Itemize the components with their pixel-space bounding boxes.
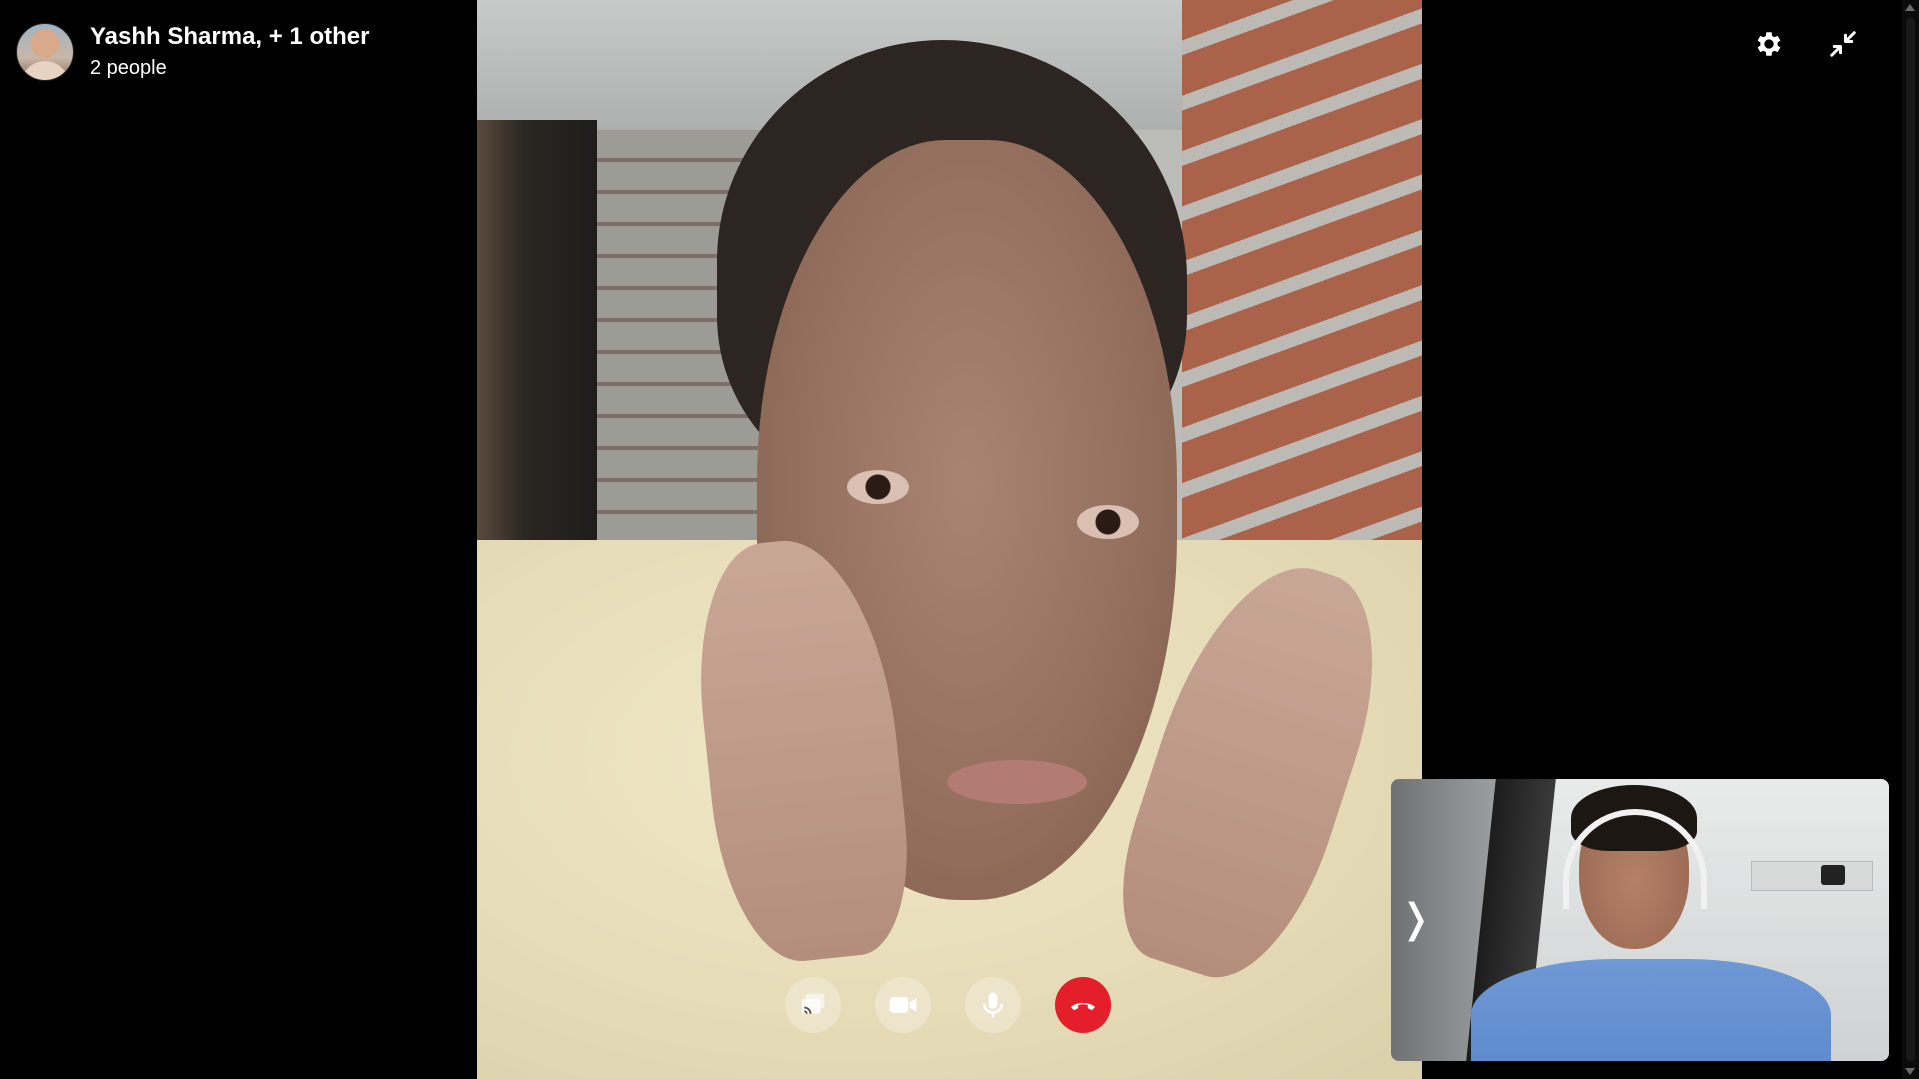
participant-count: 2 people bbox=[90, 57, 167, 79]
microphone-icon bbox=[983, 992, 1003, 1018]
video-call-window: Yashh Sharma, + 1 other 2 people ❭ bbox=[0, 0, 1919, 1079]
minimize-button[interactable] bbox=[1825, 26, 1861, 62]
settings-button[interactable] bbox=[1751, 26, 1787, 62]
collapse-self-view-chevron-icon[interactable]: ❭ bbox=[1399, 895, 1433, 943]
phone-hangup-icon bbox=[1071, 1003, 1095, 1011]
call-controls bbox=[785, 977, 1111, 1033]
call-header: Yashh Sharma, + 1 other 2 people bbox=[16, 22, 369, 81]
scroll-down-arrow-icon[interactable] bbox=[1905, 1068, 1915, 1075]
call-title: Yashh Sharma, + 1 other bbox=[90, 23, 370, 50]
minimize-arrows-icon bbox=[1830, 31, 1856, 57]
self-view-video[interactable]: ❭ bbox=[1391, 779, 1889, 1061]
remote-video-feed bbox=[477, 0, 1422, 1079]
screen-share-button[interactable] bbox=[785, 977, 841, 1033]
microphone-button[interactable] bbox=[965, 977, 1021, 1033]
camera-button[interactable] bbox=[875, 977, 931, 1033]
gear-icon bbox=[1757, 32, 1781, 56]
scrollbar[interactable] bbox=[1902, 0, 1919, 1079]
scrollbar-thumb[interactable] bbox=[1906, 18, 1915, 1061]
end-call-button[interactable] bbox=[1055, 977, 1111, 1033]
scroll-up-arrow-icon[interactable] bbox=[1905, 4, 1915, 11]
top-controls bbox=[1751, 26, 1861, 62]
avatar[interactable] bbox=[16, 22, 74, 81]
screen-share-icon bbox=[801, 993, 825, 1014]
call-info: Yashh Sharma, + 1 other 2 people bbox=[90, 22, 369, 81]
video-camera-icon bbox=[889, 997, 917, 1013]
